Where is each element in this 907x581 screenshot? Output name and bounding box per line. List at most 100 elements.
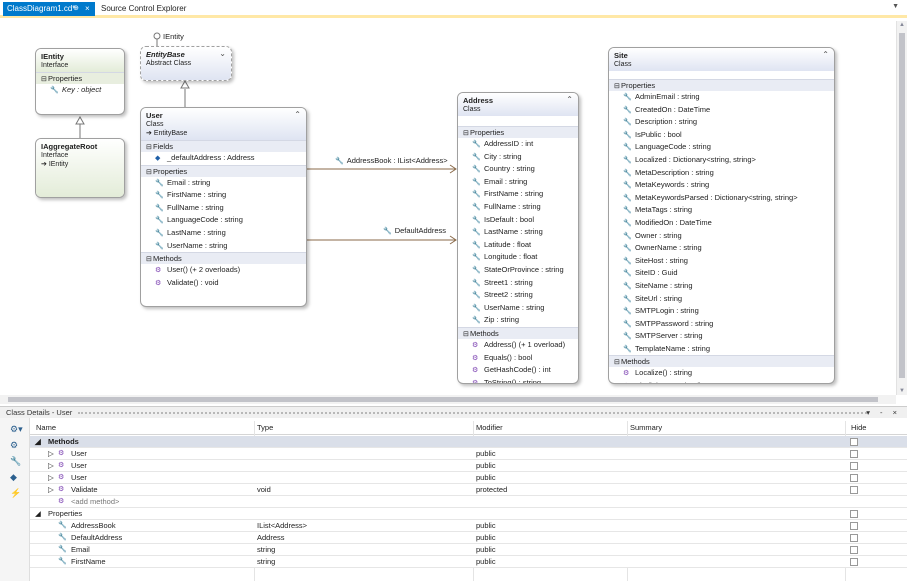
method-row[interactable]: ▷ ⚙ User public — [30, 472, 907, 484]
property-row[interactable]: 🔧 AddressBook IList<Address> public — [30, 520, 907, 532]
pin-icon[interactable]: ⊕ — [73, 2, 79, 16]
member-property[interactable]: 🔧 UserName : string — [141, 240, 306, 253]
tab-classdiagram[interactable]: ClassDiagram1.cd* ⊕ × — [3, 2, 95, 16]
ientity-shape[interactable]: IEntity Interface ⊟Properties 🔧 Key : obj… — [35, 48, 125, 115]
expand-icon[interactable]: ⌄ — [219, 49, 226, 58]
member-method[interactable]: ⚙ Address() (+ 1 overload) — [458, 339, 578, 352]
method-row[interactable]: ▷ ⚙ User public — [30, 460, 907, 472]
new-property-icon[interactable]: 🔧 — [10, 456, 21, 467]
expand-icon[interactable]: ▷ — [48, 484, 54, 495]
member-method[interactable]: ⚙Site() (+ 1 overload) — [609, 380, 834, 383]
chevron-down-icon[interactable]: ▼ — [892, 3, 899, 10]
group-methods[interactable]: ◢ Methods — [30, 436, 907, 448]
class-diagram-canvas[interactable]: IEntity IEntity Interface ⊟Properties 🔧 K… — [0, 21, 896, 395]
member-property[interactable]: 🔧 Owner : string — [609, 230, 834, 243]
section-fields[interactable]: ⊟Fields — [141, 140, 306, 152]
new-event-icon[interactable]: ⚡ — [10, 488, 21, 499]
member-property[interactable]: 🔧 Description : string — [609, 116, 834, 129]
member-property[interactable]: 🔧 SiteHost : string — [609, 255, 834, 268]
member-field[interactable]: ◆ _defaultAddress : Address — [141, 152, 306, 165]
collapse-icon[interactable]: ⌃ — [566, 95, 573, 104]
section-properties[interactable]: ⊟Properties — [141, 164, 306, 177]
panel-buttons[interactable]: ▾ ‑ × — [866, 408, 901, 417]
member-property[interactable]: 🔧 MetaTags : string — [609, 204, 834, 217]
member-property[interactable]: 🔧 FirstName : string — [458, 188, 578, 201]
column-type[interactable]: Type — [257, 423, 273, 432]
property-row[interactable]: 🔧 Email string public — [30, 544, 907, 556]
member-method[interactable]: ⚙ ToString() : string — [458, 377, 578, 383]
tab-source-control-explorer[interactable]: Source Control Explorer — [97, 2, 190, 16]
member-property[interactable]: 🔧 ModifiedOn : DateTime — [609, 217, 834, 230]
collapse-icon[interactable]: ◢ — [35, 508, 41, 519]
association-addressbook[interactable]: 🔧 AddressBook : IList<Address> — [335, 156, 448, 165]
hide-checkbox[interactable] — [850, 462, 858, 470]
member-property[interactable]: 🔧 Localized : Dictionary<string, string> — [609, 154, 834, 167]
column-summary[interactable]: Summary — [630, 423, 662, 432]
member-property[interactable]: 🔧 AddressID : int — [458, 138, 578, 151]
section-methods[interactable]: ⊟Methods — [458, 326, 578, 339]
collapse-icon[interactable]: ◢ — [35, 436, 41, 447]
association-defaultaddress[interactable]: 🔧 DefaultAddress — [383, 226, 446, 235]
collapse-icon[interactable]: ⌃ — [294, 110, 301, 119]
member-property[interactable]: 🔧 Street1 : string — [458, 277, 578, 290]
collapse-icon[interactable]: ⌃ — [822, 50, 829, 59]
hide-checkbox[interactable] — [850, 450, 858, 458]
member-property[interactable]: 🔧 IsDefault : bool — [458, 214, 578, 227]
member-key[interactable]: 🔧 Key : object — [36, 84, 124, 97]
member-property[interactable]: 🔧 UserName : string — [458, 302, 578, 315]
drag-grip[interactable] — [78, 412, 867, 414]
member-method[interactable]: ⚙ Equals() : bool — [458, 352, 578, 365]
site-shape[interactable]: Site Class ⌃ ⊟Properties 🔧 AdminEmail : s… — [608, 47, 835, 384]
member-property[interactable]: 🔧 LastName : string — [458, 226, 578, 239]
property-row[interactable]: 🔧 FirstName string public — [30, 556, 907, 568]
new-field-icon[interactable]: ◆ — [10, 472, 17, 483]
member-property[interactable]: 🔧 City : string — [458, 151, 578, 164]
close-icon[interactable]: × — [85, 2, 90, 16]
member-property[interactable]: 🔧 SiteID : Guid — [609, 267, 834, 280]
hide-checkbox[interactable] — [850, 546, 858, 554]
scroll-thumb[interactable] — [899, 33, 905, 378]
user-shape[interactable]: User Class ➔ EntityBase ⌃ ⊟Fields ◆ _defa… — [140, 107, 307, 307]
member-property[interactable]: 🔧 SiteName : string — [609, 280, 834, 293]
member-property[interactable]: 🔧 AdminEmail : string — [609, 91, 834, 104]
hide-checkbox[interactable] — [850, 438, 858, 446]
group-properties[interactable]: ◢ Properties — [30, 508, 907, 520]
method-row[interactable]: ▷ ⚙ Validate void protected — [30, 484, 907, 496]
new-method-icon[interactable]: ⚙ — [10, 440, 18, 451]
hide-checkbox[interactable] — [850, 510, 858, 518]
member-property[interactable]: 🔧 Street2 : string — [458, 289, 578, 302]
member-property[interactable]: 🔧 FullName : string — [141, 202, 306, 215]
method-row[interactable]: ▷ ⚙ User public — [30, 448, 907, 460]
member-property[interactable]: 🔧 Country : string — [458, 163, 578, 176]
member-property[interactable]: 🔧 SiteUrl : string — [609, 293, 834, 306]
hide-checkbox[interactable] — [850, 558, 858, 566]
member-property[interactable]: 🔧 LanguageCode : string — [141, 214, 306, 227]
member-property[interactable]: 🔧 LanguageCode : string — [609, 141, 834, 154]
column-name[interactable]: Name — [36, 423, 56, 432]
expand-icon[interactable]: ▷ — [48, 460, 54, 471]
hide-checkbox[interactable] — [850, 522, 858, 530]
column-hide[interactable]: Hide — [851, 423, 866, 432]
collapse-icon[interactable]: ⊟ — [41, 75, 48, 83]
member-property[interactable]: 🔧 CreatedOn : DateTime — [609, 104, 834, 117]
member-property[interactable]: 🔧 Email : string — [458, 176, 578, 189]
vertical-scrollbar[interactable]: ▲ ▼ — [896, 21, 907, 395]
member-property[interactable]: 🔧 StateOrProvince : string — [458, 264, 578, 277]
member-property[interactable]: 🔧 FirstName : string — [141, 189, 306, 202]
section-properties[interactable]: ⊟Properties — [36, 72, 124, 84]
horizontal-scrollbar[interactable] — [0, 395, 896, 404]
section-methods[interactable]: ⊟Methods — [141, 252, 306, 265]
member-property[interactable]: 🔧 FullName : string — [458, 201, 578, 214]
member-property[interactable]: 🔧 MetaKeywords : string — [609, 179, 834, 192]
section-methods[interactable]: ⊟Methods — [609, 355, 834, 368]
section-properties[interactable]: ⊟Properties — [458, 126, 578, 138]
member-property[interactable]: 🔧 LastName : string — [141, 227, 306, 240]
scroll-thumb[interactable] — [8, 397, 878, 402]
expand-icon[interactable]: ▷ — [48, 448, 54, 459]
member-method[interactable]: ⚙ Validate() : void — [141, 277, 306, 290]
member-property[interactable]: 🔧 MetaDescription : string — [609, 167, 834, 180]
member-property[interactable]: 🔧 SMTPServer : string — [609, 330, 834, 343]
member-property[interactable]: 🔧 SMTPPassword : string — [609, 318, 834, 331]
member-property[interactable]: 🔧 Latitude : float — [458, 239, 578, 252]
member-property[interactable]: 🔧 MetaKeywordsParsed : Dictionary<string,… — [609, 192, 834, 205]
